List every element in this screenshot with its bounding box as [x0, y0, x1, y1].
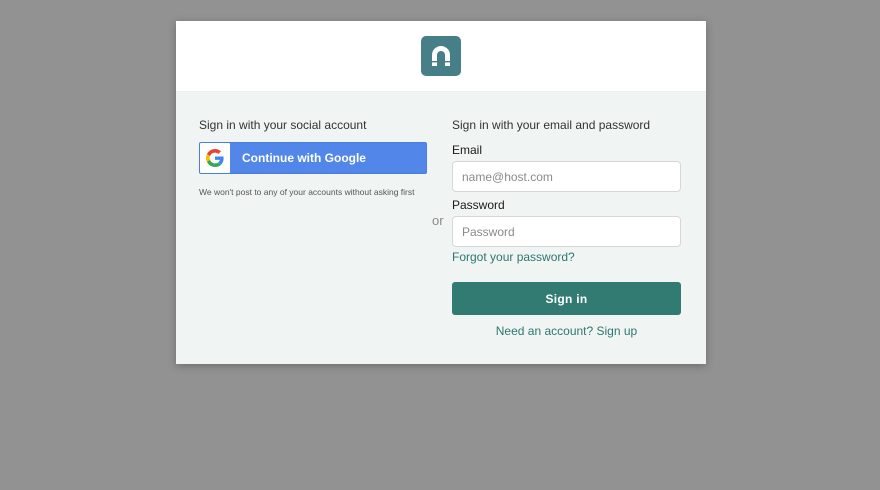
sign-up-link[interactable]: Sign up — [597, 324, 638, 338]
password-label: Password — [452, 198, 505, 212]
magnet-icon — [421, 36, 461, 76]
password-field[interactable] — [452, 216, 681, 247]
sign-in-button[interactable]: Sign in — [452, 282, 681, 315]
or-divider: or — [432, 213, 444, 228]
social-disclaimer: We won't post to any of your accounts wi… — [199, 187, 415, 197]
signup-prompt: Need an account? — [495, 324, 597, 338]
google-icon — [200, 143, 230, 173]
email-section-title: Sign in with your email and password — [452, 118, 651, 132]
google-button-label: Continue with Google — [242, 151, 366, 165]
sign-in-modal: Sign in with your social account Continu… — [176, 21, 706, 364]
modal-header — [176, 21, 706, 92]
social-section-title: Sign in with your social account — [199, 118, 367, 132]
signup-row: Need an account? Sign up — [452, 324, 681, 338]
continue-with-google-button[interactable]: Continue with Google — [199, 142, 427, 174]
email-label: Email — [452, 143, 483, 157]
email-field[interactable] — [452, 161, 681, 192]
forgot-password-link[interactable]: Forgot your password? — [452, 250, 681, 264]
social-login-section: Sign in with your social account Continu… — [199, 118, 427, 197]
email-login-section: Sign in with your email and password Ema… — [452, 118, 681, 338]
